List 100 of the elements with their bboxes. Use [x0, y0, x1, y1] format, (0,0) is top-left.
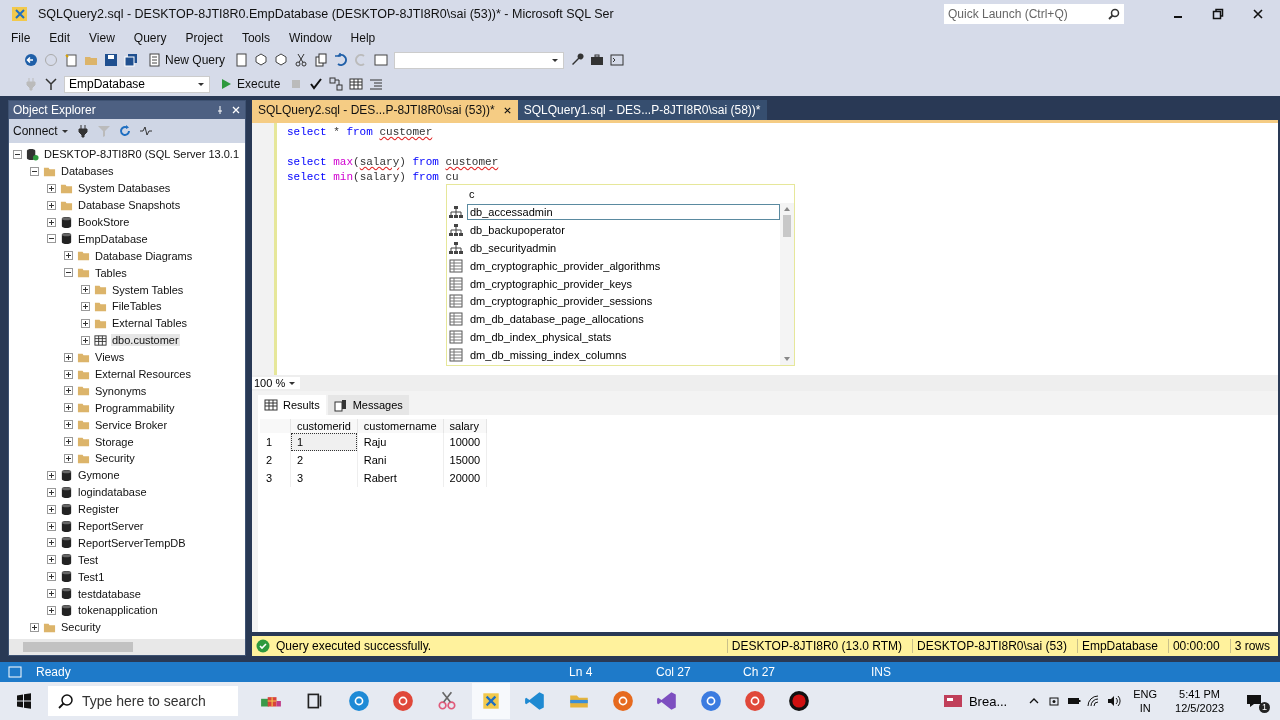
- menu-item[interactable]: Help: [343, 31, 383, 45]
- execute-button[interactable]: Execute: [216, 76, 284, 92]
- plug-icon[interactable]: [75, 124, 90, 138]
- tree-item[interactable]: ReportServer: [77, 520, 145, 533]
- copy-icon[interactable]: [314, 53, 329, 67]
- new-query-button[interactable]: New Query: [144, 52, 229, 68]
- suggestion-item[interactable]: db_securityadmin: [467, 239, 780, 256]
- close-icon[interactable]: [1252, 8, 1264, 20]
- tree-item[interactable]: System Databases: [77, 182, 172, 195]
- menu-item[interactable]: Window: [281, 31, 339, 45]
- tree-item[interactable]: Database Diagrams: [94, 249, 194, 262]
- document-tab[interactable]: SQLQuery1.sql - DES...P-8JTI8R0\sai (58))*: [517, 100, 767, 120]
- results-tab[interactable]: Messages: [327, 395, 409, 415]
- save-all-icon[interactable]: [124, 53, 138, 67]
- expand-icon[interactable]: [30, 622, 39, 632]
- cube-icon[interactable]: [274, 53, 289, 67]
- tree-item[interactable]: testdatabase: [77, 587, 142, 600]
- collapse-icon[interactable]: [47, 234, 56, 244]
- tree-item[interactable]: EmpDatabase: [77, 232, 149, 245]
- scroll-up-icon[interactable]: [783, 205, 791, 213]
- suggestion-item[interactable]: dm_db_missing_index_columns: [467, 347, 780, 364]
- start-icon[interactable]: [16, 693, 32, 709]
- network-icon[interactable]: [44, 77, 58, 91]
- expand-icon[interactable]: [47, 572, 56, 582]
- scroll-thumb[interactable]: [23, 642, 133, 652]
- tree-item[interactable]: Database Snapshots: [77, 199, 182, 212]
- tree-item[interactable]: Security: [60, 621, 102, 634]
- connect-button[interactable]: Connect: [13, 124, 69, 138]
- suggestion-item[interactable]: dm_db_database_page_allocations: [467, 311, 780, 328]
- camera-icon[interactable]: [1047, 695, 1062, 707]
- tree-item[interactable]: Views: [94, 351, 126, 364]
- document-tab[interactable]: SQLQuery2.sql - DES...P-8JTI8R0\sai (53))*: [252, 100, 518, 120]
- suggestion-item[interactable]: dm_cryptographic_provider_sessions: [467, 293, 780, 310]
- indent-icon[interactable]: [369, 77, 384, 91]
- scroll-down-icon[interactable]: [783, 355, 791, 363]
- tree-item[interactable]: FileTables: [111, 300, 163, 313]
- expand-icon[interactable]: [64, 352, 73, 362]
- menu-item[interactable]: Edit: [42, 31, 78, 45]
- clock-date[interactable]: 12/5/2023: [1175, 701, 1224, 715]
- tree-item[interactable]: Synonyms: [94, 384, 148, 397]
- close-icon[interactable]: [502, 105, 512, 115]
- terminal-icon[interactable]: [610, 53, 625, 67]
- weather-text[interactable]: Brea...: [968, 693, 1008, 709]
- undo-icon[interactable]: [334, 53, 349, 67]
- tree-item[interactable]: External Resources: [94, 368, 192, 380]
- tree-item[interactable]: Test1: [77, 570, 106, 583]
- tree-item[interactable]: logindatabase: [77, 486, 148, 499]
- save-icon[interactable]: [104, 53, 118, 67]
- expand-icon[interactable]: [47, 606, 56, 615]
- activity-icon[interactable]: [138, 124, 153, 138]
- news-icon[interactable]: [942, 693, 963, 709]
- collapse-icon[interactable]: [13, 149, 22, 159]
- toolbox-icon[interactable]: [590, 53, 605, 67]
- expand-icon[interactable]: [47, 487, 56, 497]
- expand-icon[interactable]: [81, 285, 90, 295]
- expand-icon[interactable]: [47, 504, 56, 514]
- database-select[interactable]: EmpDatabase: [64, 75, 210, 93]
- expand-icon[interactable]: [47, 183, 56, 193]
- restore-icon[interactable]: [1212, 8, 1224, 20]
- tree-item[interactable]: Service Broker: [94, 418, 169, 431]
- tree-item[interactable]: Storage: [94, 435, 135, 448]
- expand-icon[interactable]: [64, 369, 73, 379]
- menu-item[interactable]: Tools: [234, 31, 277, 45]
- expand-icon[interactable]: [64, 403, 73, 413]
- pin-icon[interactable]: [215, 105, 225, 115]
- clock-time[interactable]: 5:41 PM: [1179, 687, 1220, 701]
- tree-item[interactable]: Security: [94, 452, 136, 465]
- expand-icon[interactable]: [47, 470, 56, 480]
- expand-icon[interactable]: [64, 386, 73, 396]
- expand-icon[interactable]: [81, 318, 90, 328]
- expand-icon[interactable]: [64, 453, 73, 463]
- tree-item[interactable]: Register: [77, 503, 120, 516]
- tree-item[interactable]: External Tables: [111, 317, 188, 330]
- tree-item[interactable]: DESKTOP-8JTI8R0 (SQL Server 13.0.1: [43, 148, 241, 161]
- menu-item[interactable]: Project: [178, 31, 230, 45]
- tree-item[interactable]: Gymone: [77, 469, 121, 482]
- quick-launch-field[interactable]: Quick Launch (Ctrl+Q): [944, 4, 1124, 24]
- query-plan-icon[interactable]: [329, 77, 344, 91]
- database-tool-icon[interactable]: [472, 683, 510, 719]
- suggestion-item[interactable]: db_backupoperator: [467, 221, 780, 238]
- cube-icon[interactable]: [254, 53, 269, 67]
- battery-icon[interactable]: [1067, 695, 1082, 707]
- window-icon[interactable]: [374, 53, 389, 67]
- tree-item[interactable]: tokenapplication: [77, 604, 159, 617]
- expand-icon[interactable]: [47, 555, 56, 565]
- notification-icon[interactable]: [1246, 693, 1262, 709]
- new-project-icon[interactable]: [64, 53, 78, 67]
- document-icon[interactable]: [234, 53, 249, 67]
- language-text[interactable]: ENG: [1133, 687, 1158, 701]
- scrollbar[interactable]: [780, 203, 794, 365]
- expand-icon[interactable]: [64, 420, 73, 430]
- region-text[interactable]: IN: [1139, 701, 1151, 715]
- checkmark-icon[interactable]: [309, 77, 324, 91]
- speaker-icon[interactable]: [1107, 695, 1122, 707]
- tree-item[interactable]: System Tables: [111, 283, 185, 296]
- expand-icon[interactable]: [47, 538, 56, 548]
- suggestion-item[interactable]: db_accessadmin: [467, 203, 780, 220]
- expand-icon[interactable]: [64, 437, 73, 447]
- search-field[interactable]: Type here to search: [48, 686, 238, 716]
- menu-item[interactable]: Query: [126, 31, 174, 45]
